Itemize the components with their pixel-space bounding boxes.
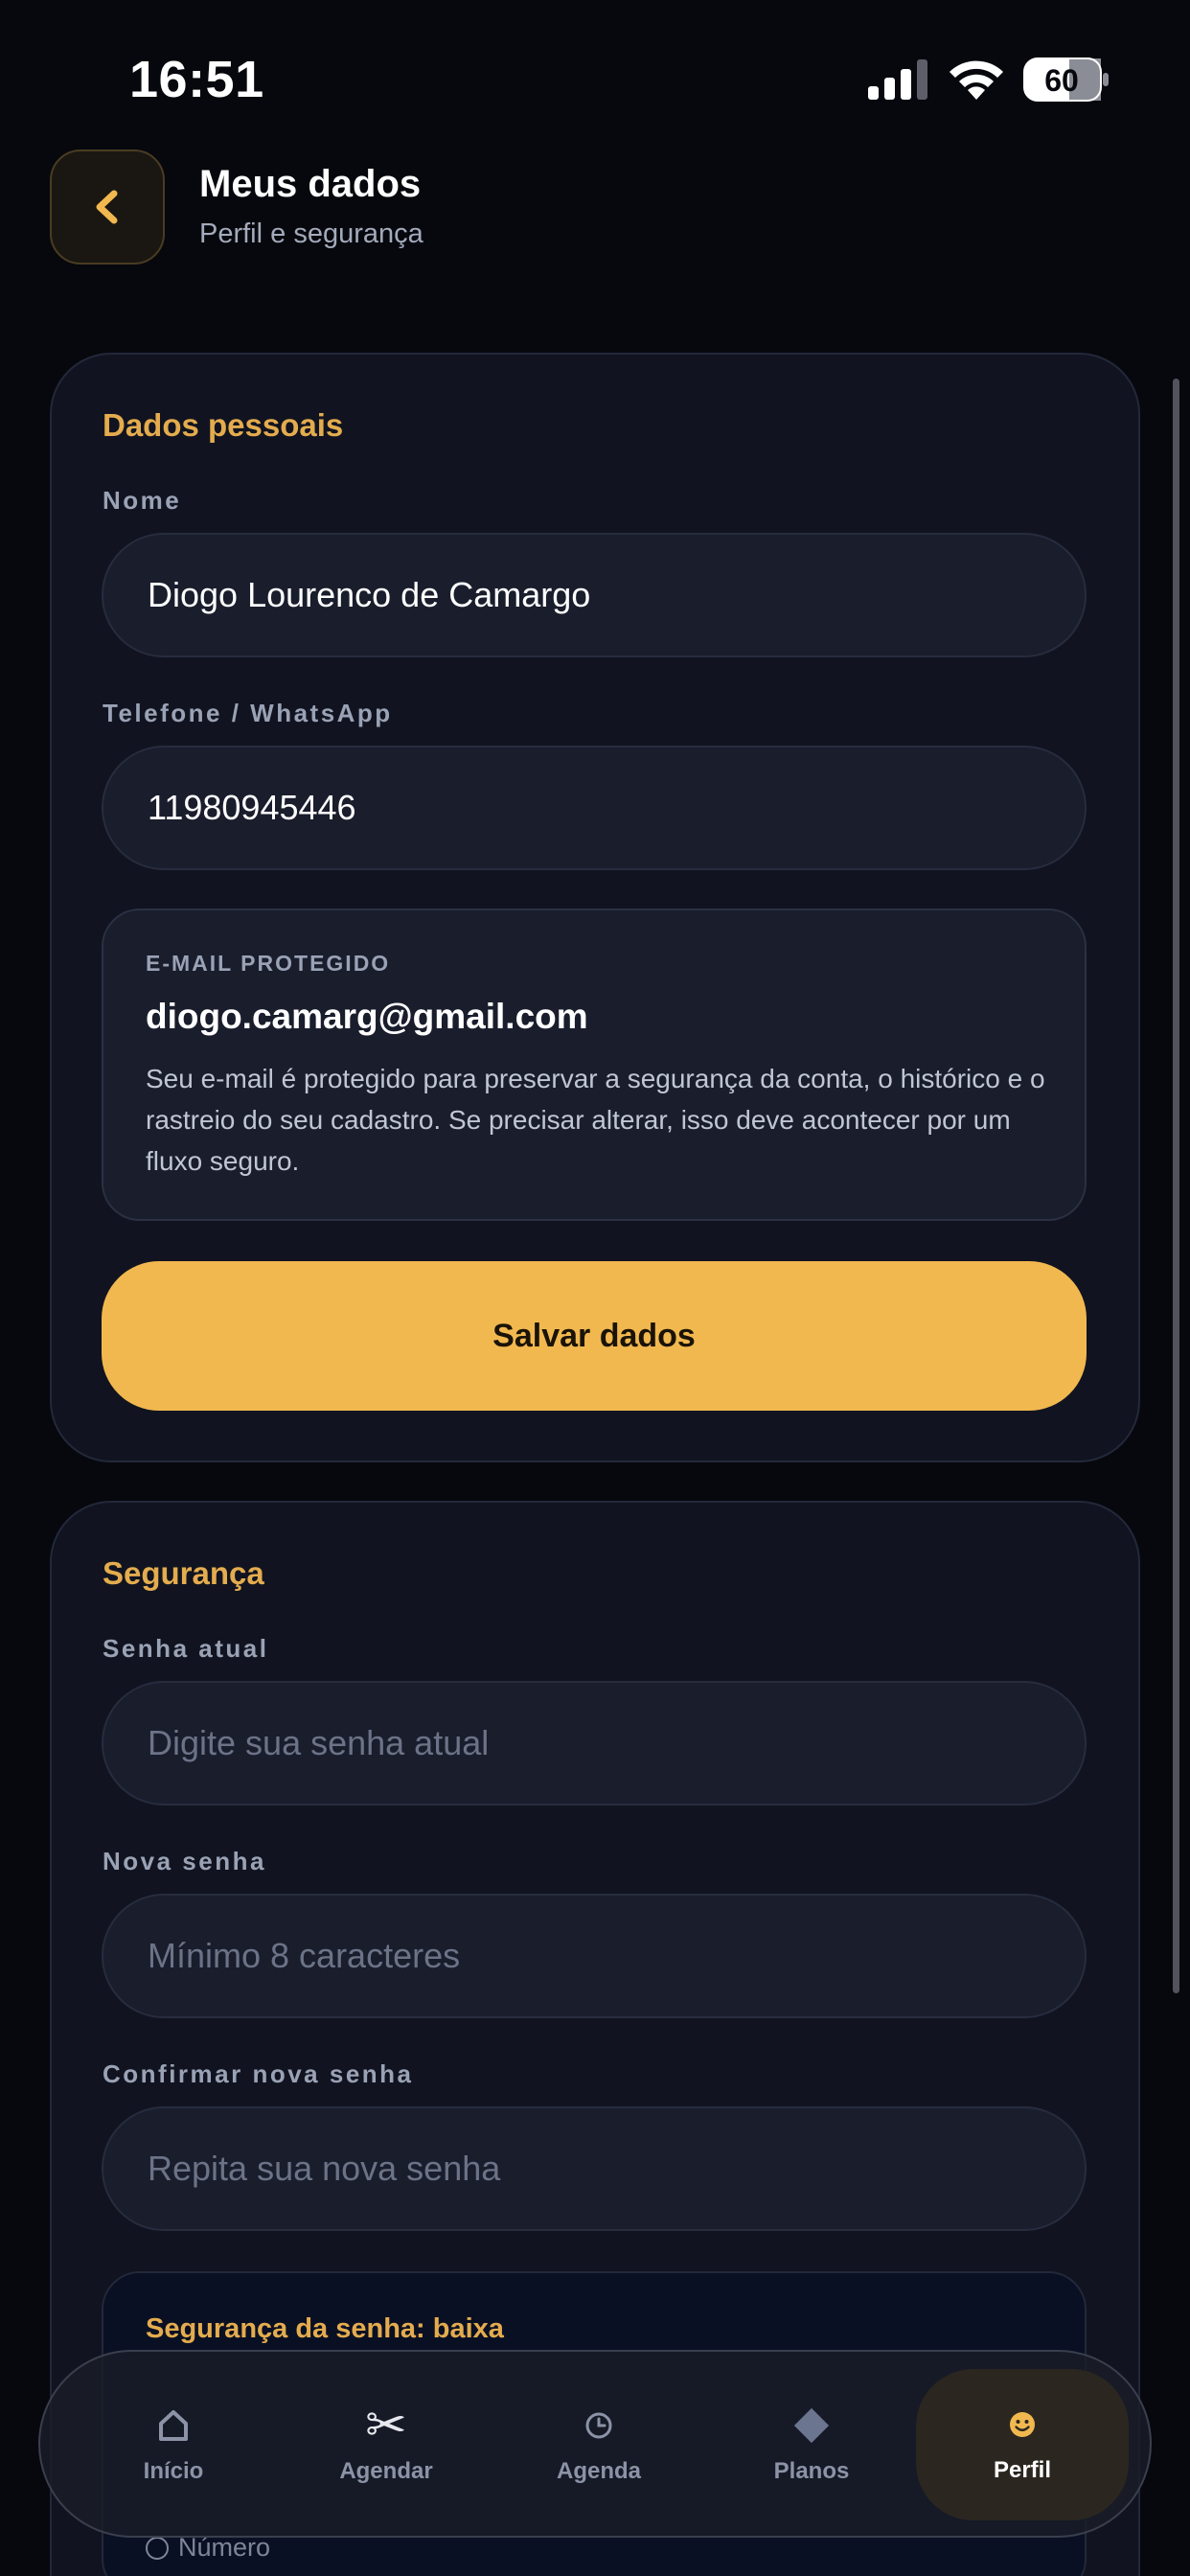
battery-level: 60 xyxy=(1044,63,1079,98)
clock-icon xyxy=(585,2412,612,2439)
nav-item-agenda[interactable]: Agenda xyxy=(492,2352,705,2540)
new-password-input[interactable]: Mínimo 8 caracteres xyxy=(102,1894,1087,2018)
security-section-title: Segurança xyxy=(103,1555,264,1591)
email-value: diogo.camarg@gmail.com xyxy=(146,997,588,1036)
nav-item-planos[interactable]: Planos xyxy=(705,2352,918,2540)
back-button[interactable] xyxy=(50,150,165,264)
email-note: Seu e-mail é protegido para preservar a … xyxy=(146,1064,1045,1176)
nav-item-inicio[interactable]: Início xyxy=(67,2352,280,2540)
nav-item-perfil[interactable]: Perfil xyxy=(916,2369,1129,2520)
diamond-icon xyxy=(793,2407,830,2444)
confirm-password-label: Confirmar nova senha xyxy=(103,2059,414,2088)
protected-email-box: E-MAIL PROTEGIDO diogo.camarg@gmail.com … xyxy=(102,908,1087,1221)
nav-label: Planos xyxy=(773,2458,850,2484)
unchecked-circle-icon xyxy=(146,2536,169,2560)
current-password-input[interactable]: Digite sua senha atual xyxy=(102,1681,1087,1806)
nav-label: Agendar xyxy=(339,2458,433,2484)
battery-icon: 60 xyxy=(1023,58,1109,102)
page-title: Meus dados xyxy=(199,163,422,205)
email-label: E-MAIL PROTEGIDO xyxy=(146,951,391,976)
new-password-label: Nova senha xyxy=(103,1847,266,1875)
home-icon xyxy=(159,2410,188,2441)
phone-label: Telefone / WhatsApp xyxy=(103,699,393,727)
name-label: Nome xyxy=(103,486,182,515)
nav-label: Início xyxy=(143,2458,204,2484)
scrollbar[interactable] xyxy=(1173,379,1179,1993)
nav-item-agendar[interactable]: ✂ Agendar xyxy=(280,2352,492,2540)
save-data-button[interactable]: Salvar dados xyxy=(102,1261,1087,1411)
wifi-icon xyxy=(950,60,1003,100)
confirm-password-input[interactable]: Repita sua nova senha xyxy=(102,2106,1087,2231)
nav-label: Perfil xyxy=(993,2457,1052,2483)
nav-label: Agenda xyxy=(556,2458,641,2484)
status-time: 16:51 xyxy=(129,51,264,108)
name-input[interactable]: Diogo Lourenco de Camargo xyxy=(102,533,1087,657)
smiley-icon xyxy=(1010,2412,1035,2437)
phone-input[interactable]: 11980945446 xyxy=(102,746,1087,870)
bottom-navigation: Início ✂ Agendar Agenda Planos Perfil xyxy=(38,2350,1152,2538)
current-password-label: Senha atual xyxy=(103,1634,269,1663)
password-strength-title: Segurança da senha: baixa xyxy=(146,2313,504,2344)
cellular-signal-icon xyxy=(868,59,927,100)
page-subtitle: Perfil e segurança xyxy=(199,218,423,249)
personal-section-title: Dados pessoais xyxy=(103,407,344,443)
chevron-left-icon xyxy=(96,190,118,224)
scissors-icon: ✂ xyxy=(365,2398,407,2453)
